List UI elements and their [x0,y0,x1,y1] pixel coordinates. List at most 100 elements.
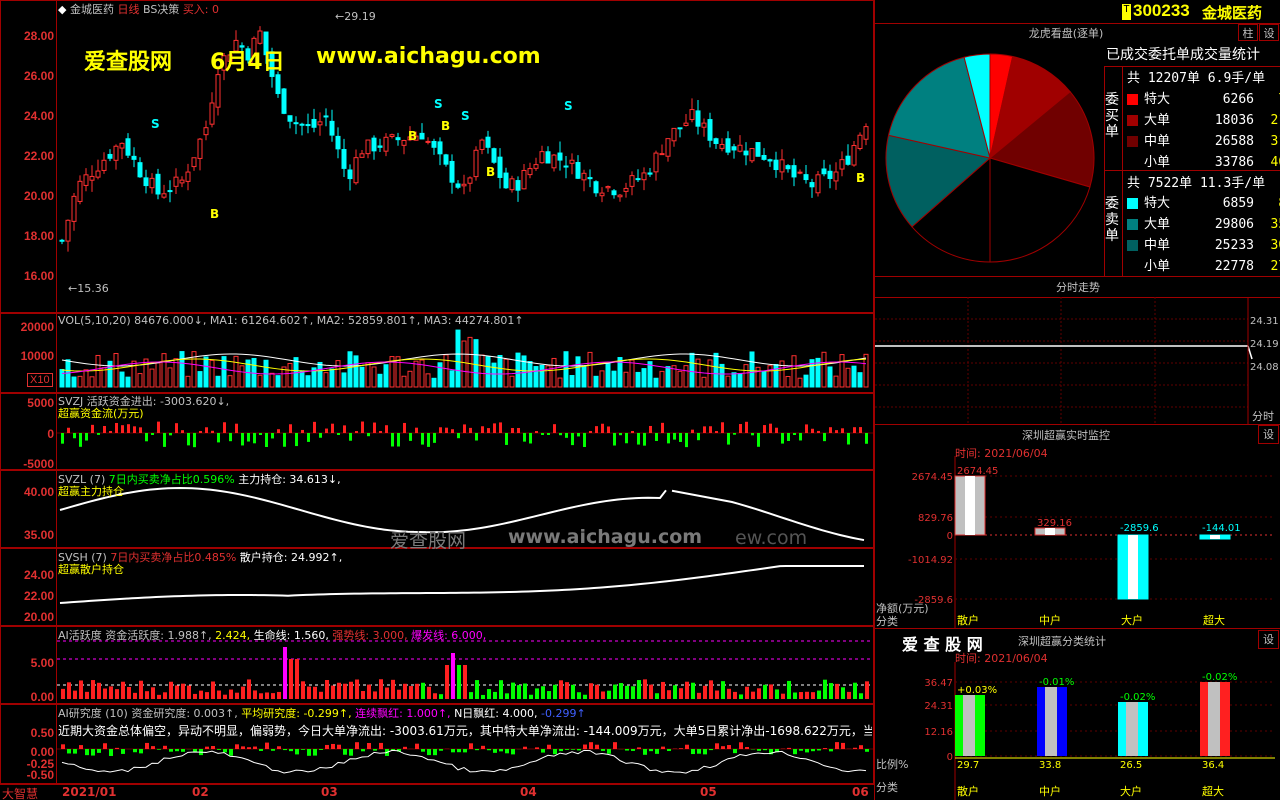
ai-active-bar [805,691,809,699]
monitor-settings-button[interactable]: 设 [1258,425,1279,444]
volume-bar [797,377,803,388]
volume-bar [83,369,89,388]
price-candle [389,134,395,137]
ai-research-bar [175,749,179,752]
ai-active-bar [523,683,527,699]
volume-bar [539,364,545,388]
svzj-bar [559,433,562,436]
ai-active-bar [349,681,353,699]
svzj-bar [451,429,454,433]
ai-research-bar [235,744,239,749]
price-candle [71,195,77,222]
class-settings-button[interactable]: 设 [1258,630,1279,649]
volume-bar [137,373,143,388]
svzj-bar [199,431,202,433]
monitor-title: 深圳超赢实时监控 [1022,429,1110,442]
stat-row: 特大62667% [1127,88,1280,107]
ai-active-bar [667,690,671,699]
svzj-bar [301,429,304,433]
watermark-mid-site: 爱查股网 [390,530,467,552]
ai-research-bar [859,745,863,749]
class-axis-label: 12.16 [924,727,953,738]
svzj-bar [337,433,340,435]
intraday-unit: 分时 [1252,410,1274,423]
pie-title: 龙虎看盘(逐单) [1028,27,1104,40]
svzj-bar [85,433,88,441]
volume-bar [629,359,635,388]
volume-bar [497,354,503,388]
time-label-0: 2021/01 [62,785,117,799]
price-candle [677,127,683,130]
ai-research-bar [349,749,353,756]
ai-active-bar [505,693,509,699]
volume-bar [449,370,455,388]
ai-research-bar [637,747,641,749]
period-label[interactable]: 日线 [117,3,139,16]
class-bar-highlight [1126,702,1138,756]
ai-active-bar [787,680,791,699]
ai-active-bar [289,659,293,699]
app-root: SSSSBBBBB ◆ 金城医药 日线 BS决策 买入: 0 ←29.19 ←1… [0,0,1280,800]
intraday-chart[interactable] [875,297,1280,424]
svzj-bar [757,433,760,447]
stock-code-name: 金城医药 [1202,4,1263,22]
svzj-bar [133,426,136,433]
svzj-bar [673,433,676,440]
ai-active-bar [415,683,419,699]
price-candle [773,159,779,171]
volume-bar [125,376,131,388]
monitor-unit-b: 分类 [876,615,898,628]
ai-active-bar [799,692,803,699]
bar-chart-button[interactable]: 柱 [1238,24,1258,41]
price-candle [209,102,215,125]
svzj-bar [565,433,568,438]
ai-active-bar [619,683,623,699]
price-candle [455,183,461,188]
svzj-bar [247,433,250,442]
ai-active-bar [379,679,383,699]
svzj-bar [709,426,712,433]
monitor-axis-label: 0 [947,531,953,542]
ai-research-bar [577,749,581,751]
ai-research-bar [493,749,497,753]
class-unit-a: 比例% [876,758,909,771]
svzj-bar [277,429,280,433]
ai-research-bar [301,749,305,750]
monitor-value: 2674.45 [957,466,998,477]
ai-active-bar [691,682,695,699]
volume-bar [287,362,293,388]
settings-button[interactable]: 设 [1259,24,1279,41]
ai-research-bar [787,747,791,749]
vol-axis-1: 10000 [20,349,54,363]
monitor-value: -144.01 [1202,523,1241,534]
volume-bar [317,361,323,388]
ai-research-bar [457,749,461,753]
volume-bar [593,375,599,388]
ai-research-bar [589,742,593,749]
stat-title: 已成交委托单成交量统计 [1106,47,1260,63]
watermark-mid-url: www.aichagu.com [508,526,703,548]
price-candle [167,190,173,193]
price-candle [173,176,179,187]
price-candle [461,183,467,187]
volume-bar [737,373,743,388]
price-candle [815,174,821,194]
price-axis-label: 26.00 [23,69,54,83]
ai-active-bar [577,692,581,699]
price-candle [683,122,689,127]
class-title: 深圳超赢分类统计 [1018,635,1106,648]
time-label-1: 02 [192,785,209,799]
volume-bar [275,375,281,388]
svzj-bar [853,427,856,433]
volume-bar [581,365,587,388]
volume-label: VOL(5,10,20) 84676.000↓, MA1: 61264.602↑… [58,314,524,327]
intraday-title: 分时走势 [1056,281,1100,294]
ai-research-bar [265,742,269,749]
ai-active-bar [865,681,869,699]
price-candle [281,88,287,114]
ai-active-bar [235,692,239,699]
ai-active-bar [115,689,119,699]
price-axis-label: 28.00 [23,29,54,43]
ai-research-bar [679,748,683,749]
ai-research-bar [193,749,197,752]
